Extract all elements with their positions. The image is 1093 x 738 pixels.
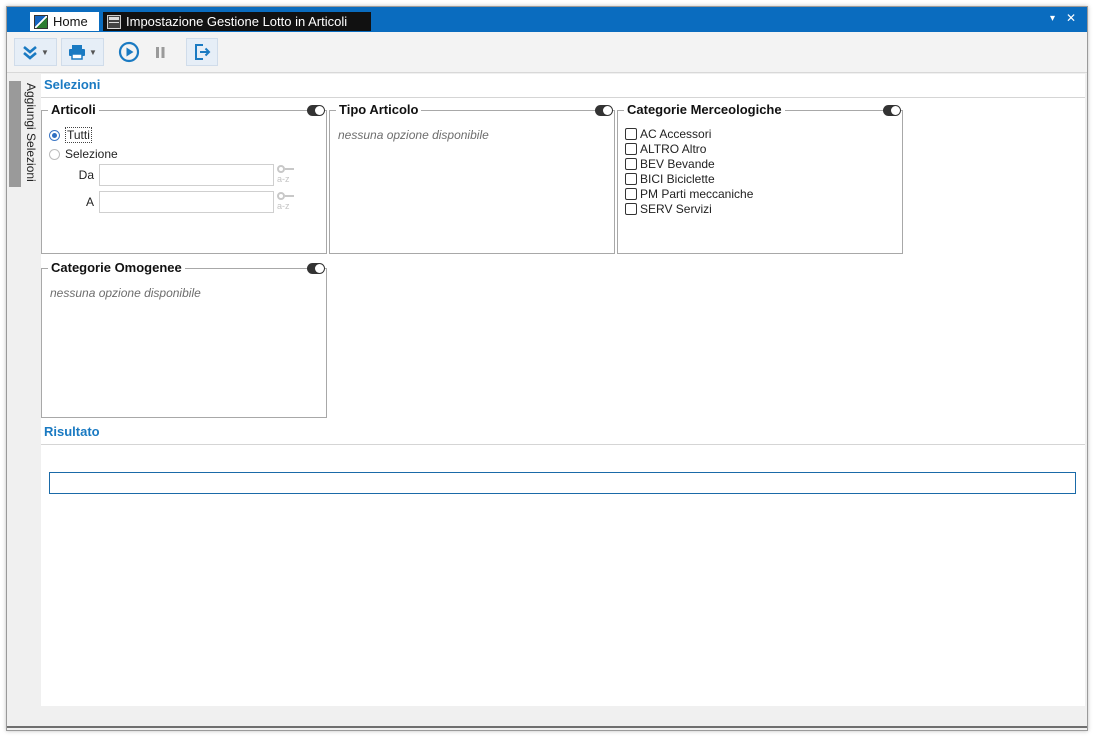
toggle-articoli[interactable]	[307, 105, 325, 116]
checkbox-item[interactable]: SERV Servizi	[625, 202, 712, 216]
print-icon	[69, 45, 86, 60]
form-icon	[107, 14, 121, 29]
section-divider	[41, 444, 1085, 445]
add-selections-side-tab[interactable]: Aggiungi Selezioni	[22, 83, 38, 193]
sort-badge: a-z	[277, 201, 290, 211]
checkbox-label: PM Parti meccaniche	[640, 187, 754, 201]
group-title-categorie-omogenee: Categorie Omogenee	[48, 260, 185, 275]
checkbox-item[interactable]: AC Accessori	[625, 127, 711, 141]
checkbox-item[interactable]: BICI Biciclette	[625, 172, 715, 186]
section-title-selezioni: Selezioni	[44, 77, 101, 92]
field-row-a: A a-z	[43, 191, 294, 213]
chevron-down-icon: ▼	[41, 47, 49, 57]
toggle-categorie-merceologiche[interactable]	[883, 105, 901, 116]
checkbox-item[interactable]: ALTRO Altro	[625, 142, 706, 156]
checkbox	[625, 203, 637, 215]
key-icon	[277, 192, 285, 200]
tab-home-label: Home	[53, 14, 88, 29]
play-icon	[118, 41, 140, 63]
field-row-da: Da a-z	[43, 164, 294, 186]
checkbox	[625, 128, 637, 140]
checkbox-item[interactable]: PM Parti meccaniche	[625, 187, 753, 201]
close-window-icon[interactable]: ✕	[1066, 11, 1076, 25]
home-icon	[34, 14, 48, 29]
group-tipo-articolo: Tipo Articolo nessuna opzione disponibil…	[329, 102, 615, 254]
radio-tutti[interactable]: Tutti	[49, 127, 92, 143]
title-tab-bar: Home Impostazione Gestione Lotto in Arti…	[7, 7, 1087, 32]
checkbox-item[interactable]: BEV Bevande	[625, 157, 715, 171]
run-button[interactable]	[115, 38, 143, 66]
checkbox-label: BICI Biciclette	[640, 172, 715, 186]
radio-selezione-label: Selezione	[65, 147, 118, 161]
tab-home[interactable]: Home	[30, 12, 99, 31]
key-lookup-button[interactable]: a-z	[276, 192, 294, 212]
group-divider	[426, 110, 595, 111]
field-label-a: A	[85, 195, 94, 209]
section-title-risultato: Risultato	[44, 424, 100, 439]
group-categorie-omogenee: Categorie Omogenee nessuna opzione dispo…	[41, 260, 327, 418]
toggle-categorie-omogenee[interactable]	[307, 263, 325, 274]
toolbar: ▼ ▼	[7, 32, 1087, 73]
group-categorie-merceologiche: Categorie Merceologiche AC Accessori ALT…	[617, 102, 903, 254]
radio-selected-icon	[49, 129, 60, 141]
checkbox-label: BEV Bevande	[640, 157, 715, 171]
toggle-tipo-articolo[interactable]	[595, 105, 613, 116]
checkbox	[625, 173, 637, 185]
main-content: Selezioni Articoli Tutti Selezione Da a-…	[41, 74, 1085, 706]
empty-message: nessuna opzione disponibile	[50, 286, 201, 300]
group-divider	[796, 110, 883, 111]
checkbox	[625, 143, 637, 155]
group-divider	[192, 268, 307, 269]
exit-button[interactable]	[186, 38, 218, 66]
section-divider	[41, 97, 1085, 98]
pause-icon	[156, 47, 165, 58]
window-menu-dropdown-icon[interactable]: ▾	[1050, 13, 1055, 24]
sort-badge: a-z	[277, 174, 290, 184]
side-panel-handle[interactable]	[9, 81, 21, 187]
da-input[interactable]	[99, 164, 274, 186]
group-title-articoli: Articoli	[48, 102, 99, 117]
key-lookup-button[interactable]: a-z	[276, 165, 294, 185]
radio-unselected-icon	[49, 148, 60, 160]
checkbox	[625, 188, 637, 200]
group-title-tipo-articolo: Tipo Articolo	[336, 102, 422, 117]
risultato-field[interactable]	[49, 472, 1076, 494]
radio-selezione[interactable]: Selezione	[49, 147, 118, 161]
group-divider	[102, 110, 307, 111]
a-input[interactable]	[99, 191, 274, 213]
app-window: Home Impostazione Gestione Lotto in Arti…	[6, 6, 1088, 731]
key-icon	[277, 165, 285, 173]
empty-message: nessuna opzione disponibile	[338, 128, 489, 142]
pause-button[interactable]	[147, 38, 173, 66]
chevron-down-icon: ▼	[89, 47, 97, 57]
tab-impostazione-gestione-lotto[interactable]: Impostazione Gestione Lotto in Articoli	[103, 12, 371, 31]
exit-icon	[195, 44, 211, 60]
checkbox-label: AC Accessori	[640, 127, 712, 141]
expand-all-button[interactable]: ▼	[14, 38, 57, 66]
checkbox-label: ALTRO Altro	[640, 142, 707, 156]
tab-active-label: Impostazione Gestione Lotto in Articoli	[126, 14, 348, 29]
status-bar-border	[7, 726, 1087, 728]
group-articoli: Articoli Tutti Selezione Da a-z A a-z	[41, 102, 327, 254]
group-title-categorie-merceologiche: Categorie Merceologiche	[624, 102, 785, 117]
checkbox	[625, 158, 637, 170]
checkbox-label: SERV Servizi	[640, 202, 712, 216]
field-label-da: Da	[78, 168, 94, 182]
print-button[interactable]: ▼	[61, 38, 104, 66]
radio-tutti-label: Tutti	[65, 127, 92, 143]
expand-all-icon	[23, 46, 37, 60]
